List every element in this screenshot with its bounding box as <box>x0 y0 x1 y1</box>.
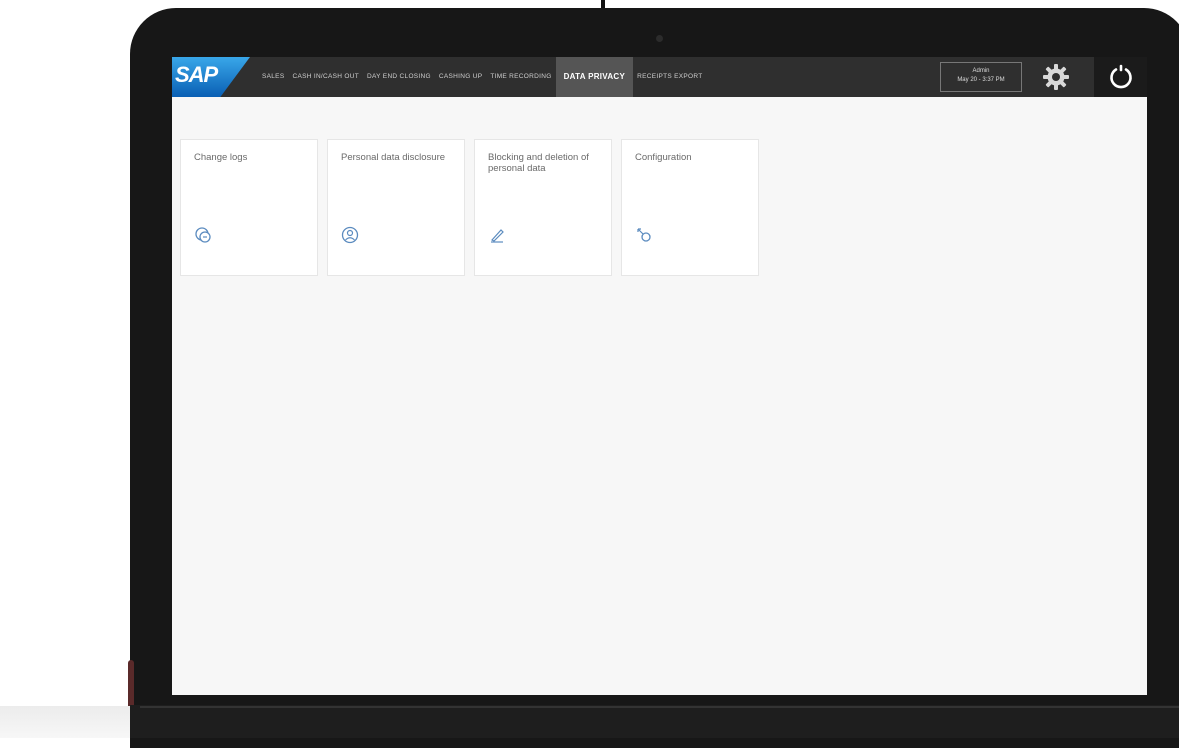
webcam <box>656 35 663 42</box>
tile-personal-data-disclosure[interactable]: Personal data disclosure <box>327 139 465 276</box>
tile-container: Change logs Personal data disclosure Blo… <box>180 139 768 276</box>
tile-configuration[interactable]: Configuration <box>621 139 759 276</box>
app-screen: SAP SALES CASH IN/CASH OUT DAY END CLOSI… <box>172 57 1147 695</box>
nav-day-end-closing[interactable]: DAY END CLOSING <box>363 57 435 97</box>
sap-logo: SAP <box>172 57 250 97</box>
nav-cash-in-cash-out[interactable]: CASH IN/CASH OUT <box>288 57 363 97</box>
change-log-icon <box>195 227 211 243</box>
date-time: May 20 - 3:37 PM <box>957 77 1005 83</box>
power-icon <box>1109 64 1132 89</box>
bezel-notch <box>601 0 605 8</box>
user-info[interactable]: Admin May 20 - 3:37 PM <box>940 62 1022 92</box>
gear-icon[interactable] <box>1042 63 1070 91</box>
nav-time-recording[interactable]: TIME RECORDING <box>486 57 555 97</box>
tile-title: Change logs <box>194 152 248 163</box>
nav-sales[interactable]: SALES <box>258 57 288 97</box>
nav-receipts-export[interactable]: RECEIPTS EXPORT <box>633 57 706 97</box>
surface-shadow <box>0 706 150 738</box>
tile-title: Configuration <box>635 152 692 163</box>
user-name: Admin <box>972 68 990 74</box>
tile-title: Blocking and deletion of personal data <box>488 152 589 174</box>
tile-change-logs[interactable]: Change logs <box>180 139 318 276</box>
nav-data-privacy[interactable]: DATA PRIVACY <box>555 57 634 97</box>
key-icon <box>637 228 651 242</box>
eraser-icon <box>491 229 504 243</box>
laptop-base <box>130 705 1179 738</box>
nav-cashing-up[interactable]: CASHING UP <box>435 57 486 97</box>
person-icon <box>341 226 359 244</box>
main-nav: SALES CASH IN/CASH OUT DAY END CLOSING C… <box>258 57 707 97</box>
top-navigation-bar: SAP SALES CASH IN/CASH OUT DAY END CLOSI… <box>172 57 1147 97</box>
power-button[interactable] <box>1094 57 1147 97</box>
hinge-line <box>140 706 1179 708</box>
tile-title: Personal data disclosure <box>341 152 446 163</box>
tile-blocking-deletion[interactable]: Blocking and deletion of personal data <box>474 139 612 276</box>
